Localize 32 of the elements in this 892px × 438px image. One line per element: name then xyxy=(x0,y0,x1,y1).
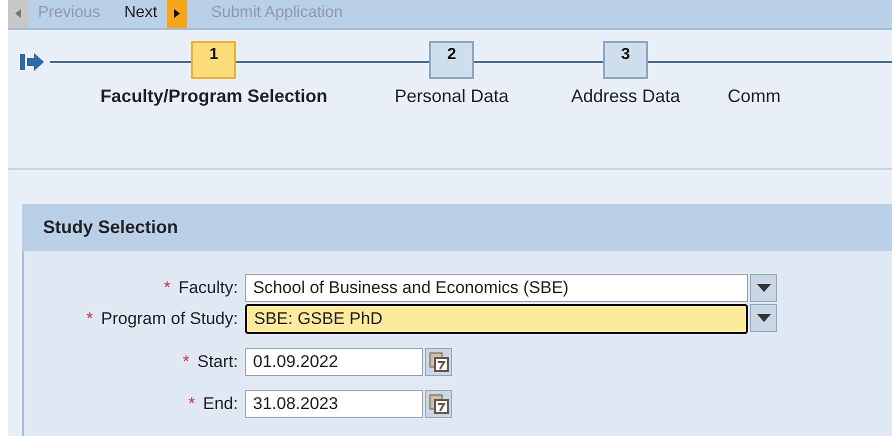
step-number[interactable]: 2 xyxy=(429,41,474,79)
step-number[interactable]: 1 xyxy=(191,41,236,79)
required-marker: * xyxy=(164,278,170,297)
field-label: Program of Study: xyxy=(100,309,238,328)
dropdown-button[interactable] xyxy=(750,274,777,302)
field-label: Faculty: xyxy=(178,278,238,297)
step-label[interactable]: Address Data xyxy=(571,86,680,107)
step-label[interactable]: Personal Data xyxy=(394,86,509,107)
step-start-icon xyxy=(20,52,44,72)
left-arrow-icon xyxy=(8,0,28,28)
toolbar-button[interactable]: Next xyxy=(112,0,200,28)
step-label[interactable]: Faculty/Program Selection xyxy=(100,86,328,107)
date-field[interactable]: 01.09.2022 xyxy=(245,348,423,376)
required-marker: * xyxy=(188,394,196,413)
field-label: Start: xyxy=(197,352,238,371)
step-number[interactable]: 3 xyxy=(603,41,648,79)
right-arrow-icon xyxy=(167,0,188,28)
caret-icon xyxy=(756,284,770,292)
field-label: End: xyxy=(203,394,238,413)
dropdown-field[interactable]: SBE: GSBE PhD xyxy=(245,304,748,334)
section-header: Study Selection xyxy=(22,204,892,251)
date-field[interactable]: 31.08.2023 xyxy=(245,390,423,418)
dropdown-button[interactable] xyxy=(750,304,777,332)
calendar-button[interactable] xyxy=(425,348,452,376)
required-marker: * xyxy=(182,352,190,371)
calendar-button[interactable] xyxy=(425,390,452,418)
step-label[interactable]: Comm xyxy=(728,86,781,107)
required-marker: * xyxy=(86,309,93,328)
calendar-icon xyxy=(428,394,448,414)
dropdown-field[interactable]: School of Business and Economics (SBE) xyxy=(245,274,748,302)
calendar-icon xyxy=(428,352,448,372)
caret-icon xyxy=(756,314,770,322)
